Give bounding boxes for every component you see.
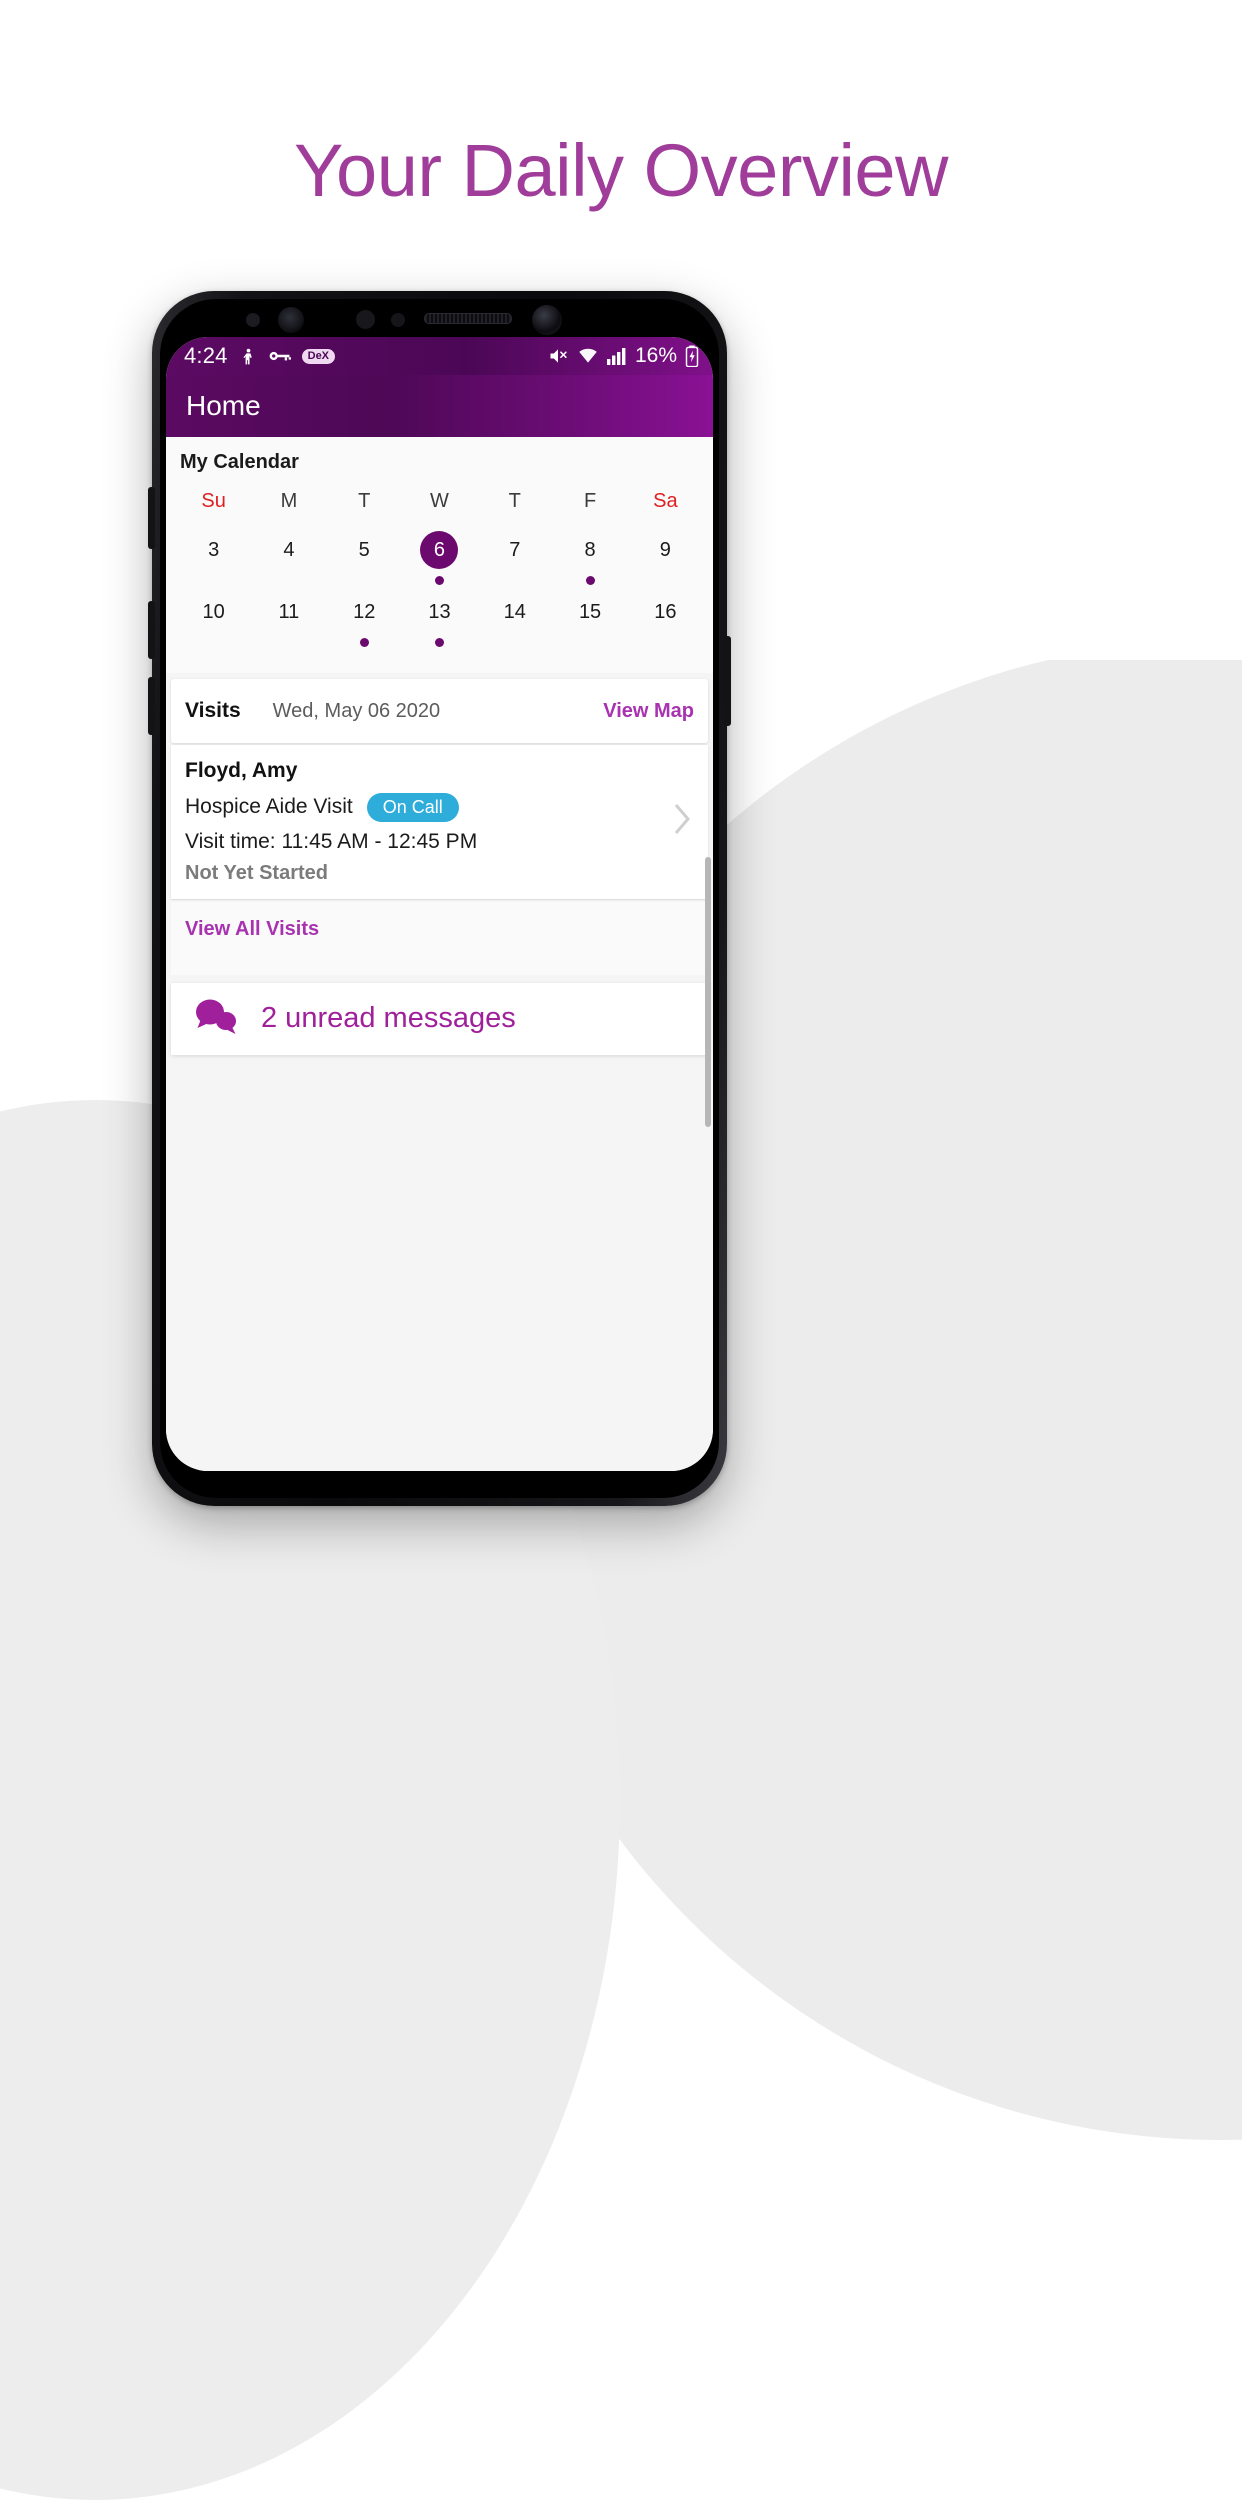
calendar-day-cell[interactable]: 9: [628, 531, 703, 593]
app-content: My Calendar Su M T W T F Sa 3 4 5 6 7 8 9 10 11 12 13 14…: [166, 437, 713, 1471]
volume-up-button[interactable]: [148, 677, 155, 735]
signal-bars-icon: [606, 347, 627, 365]
calendar-day: 14: [503, 600, 526, 623]
volume-down-button[interactable]: [148, 601, 155, 659]
battery-charging-icon: [685, 345, 699, 367]
proximity-sensor-icon: [246, 313, 260, 327]
calendar-day-cell[interactable]: 10: [176, 593, 251, 655]
calendar-dow: T: [358, 490, 371, 512]
calendar-day-cell[interactable]: 8: [552, 531, 627, 593]
calendar-day: 11: [278, 600, 300, 623]
calendar-day-cell[interactable]: 5: [327, 531, 402, 593]
bixby-button[interactable]: [148, 487, 155, 549]
calendar-day-cell[interactable]: 3: [176, 531, 251, 593]
calendar-day-cell[interactable]: 16: [628, 593, 703, 655]
calendar-day-cell[interactable]: 15: [552, 593, 627, 655]
light-sensor-icon: [356, 310, 375, 329]
calendar-event-dot: [434, 638, 444, 647]
calendar-day-cell[interactable]: 14: [477, 593, 552, 655]
calendar-day: 15: [578, 600, 602, 623]
calendar-day: 3: [208, 538, 220, 561]
visits-date: Wed, May 06 2020: [272, 699, 441, 722]
calendar-dow: Sa: [653, 490, 678, 512]
calendar-day-cell[interactable]: 11: [251, 593, 326, 655]
calendar-day-cell[interactable]: 6: [402, 531, 477, 593]
status-badge: On Call: [366, 793, 459, 822]
calendar-day: 5: [358, 538, 370, 561]
visits-label: Visits: [185, 699, 241, 722]
calendar-day: 16: [654, 600, 677, 623]
visit-type: Hospice Aide Visit: [185, 795, 353, 819]
calendar-week-1[interactable]: 3 4 5 6 7 8 9: [166, 531, 713, 593]
visit-time: Visit time: 11:45 AM - 12:45 PM: [185, 829, 478, 853]
page-title: Your Daily Overview: [293, 129, 949, 212]
android-status-bar: 4:24 DeX 16%: [166, 337, 713, 375]
phone-screen: 4:24 DeX 16% Home My Calendar Su M T W T…: [166, 337, 713, 1471]
calendar-card: My Calendar Su M T W T F Sa 3 4 5 6 7 8 9 10 11 12 13 14…: [166, 437, 713, 673]
unread-messages-card[interactable]: 2 unread messages: [171, 982, 708, 1055]
calendar-event-dot: [359, 638, 369, 647]
calendar-day-cell[interactable]: 12: [327, 593, 402, 655]
status-clock: 4:24: [184, 343, 228, 368]
calendar-day: 13: [428, 600, 451, 623]
chevron-right-icon[interactable]: [672, 802, 692, 842]
calendar-title: My Calendar: [180, 451, 299, 473]
power-button[interactable]: [724, 636, 731, 726]
calendar-dow: F: [583, 490, 597, 512]
calendar-day-cell[interactable]: 13: [402, 593, 477, 655]
phone-device: 4:24 DeX 16% Home My Calendar Su M T W T…: [148, 291, 731, 1506]
calendar-day: 4: [283, 538, 295, 561]
view-all-visits-row: View All Visits: [171, 898, 708, 975]
visit-patient-name: Floyd, Amy: [185, 759, 298, 782]
calendar-day-cell[interactable]: 7: [477, 531, 552, 593]
calendar-day-cell[interactable]: 4: [251, 531, 326, 593]
calendar-event-dot: [585, 576, 595, 585]
phone-top-hardware: [166, 291, 713, 337]
earpiece-speaker: [424, 313, 512, 324]
mute-icon: [547, 346, 569, 366]
app-bar-title: Home: [186, 390, 261, 421]
visit-type-row: Hospice Aide Visit On Call: [185, 793, 694, 822]
calendar-dow: Su: [201, 490, 226, 512]
calendar-dow: M: [280, 490, 298, 512]
visits-header: Visits Wed, May 06 2020 View Map: [171, 679, 708, 743]
dex-icon: DeX: [301, 348, 336, 364]
app-bar: Home: [166, 375, 713, 437]
calendar-event-dot: [434, 576, 444, 585]
battery-percent-label: 16%: [634, 344, 677, 367]
calendar-day: 10: [202, 600, 225, 623]
calendar-day: 8: [584, 538, 596, 561]
wifi-icon: [577, 346, 599, 366]
iris-scanner-icon: [278, 307, 304, 333]
chat-bubbles-icon: [193, 997, 239, 1040]
front-camera-icon: [532, 305, 562, 335]
calendar-week-2[interactable]: 10 11 12 13 14 15 16: [166, 593, 713, 655]
do-not-disturb-person-icon: [239, 347, 258, 366]
vpn-key-icon: [269, 348, 291, 364]
led-indicator-icon: [391, 313, 405, 327]
visit-card[interactable]: Floyd, Amy Hospice Aide Visit On Call Vi…: [171, 745, 708, 899]
visit-status: Not Yet Started: [185, 861, 328, 884]
status-bar-left: 4:24 DeX: [184, 343, 336, 369]
calendar-day-headers: Su M T W T F Sa: [166, 490, 713, 531]
unread-messages-text: 2 unread messages: [261, 1002, 516, 1035]
calendar-dow: W: [430, 490, 449, 512]
calendar-day: 12: [353, 600, 376, 623]
status-bar-right: 16%: [547, 344, 699, 368]
view-all-visits-link[interactable]: View All Visits: [185, 918, 319, 940]
calendar-dow: T: [508, 490, 521, 512]
view-map-link[interactable]: View Map: [603, 700, 694, 723]
calendar-day: 7: [509, 538, 521, 561]
content-scrollbar[interactable]: [705, 857, 711, 1127]
calendar-day: 9: [659, 538, 671, 561]
calendar-day-selected: 6: [420, 531, 459, 569]
